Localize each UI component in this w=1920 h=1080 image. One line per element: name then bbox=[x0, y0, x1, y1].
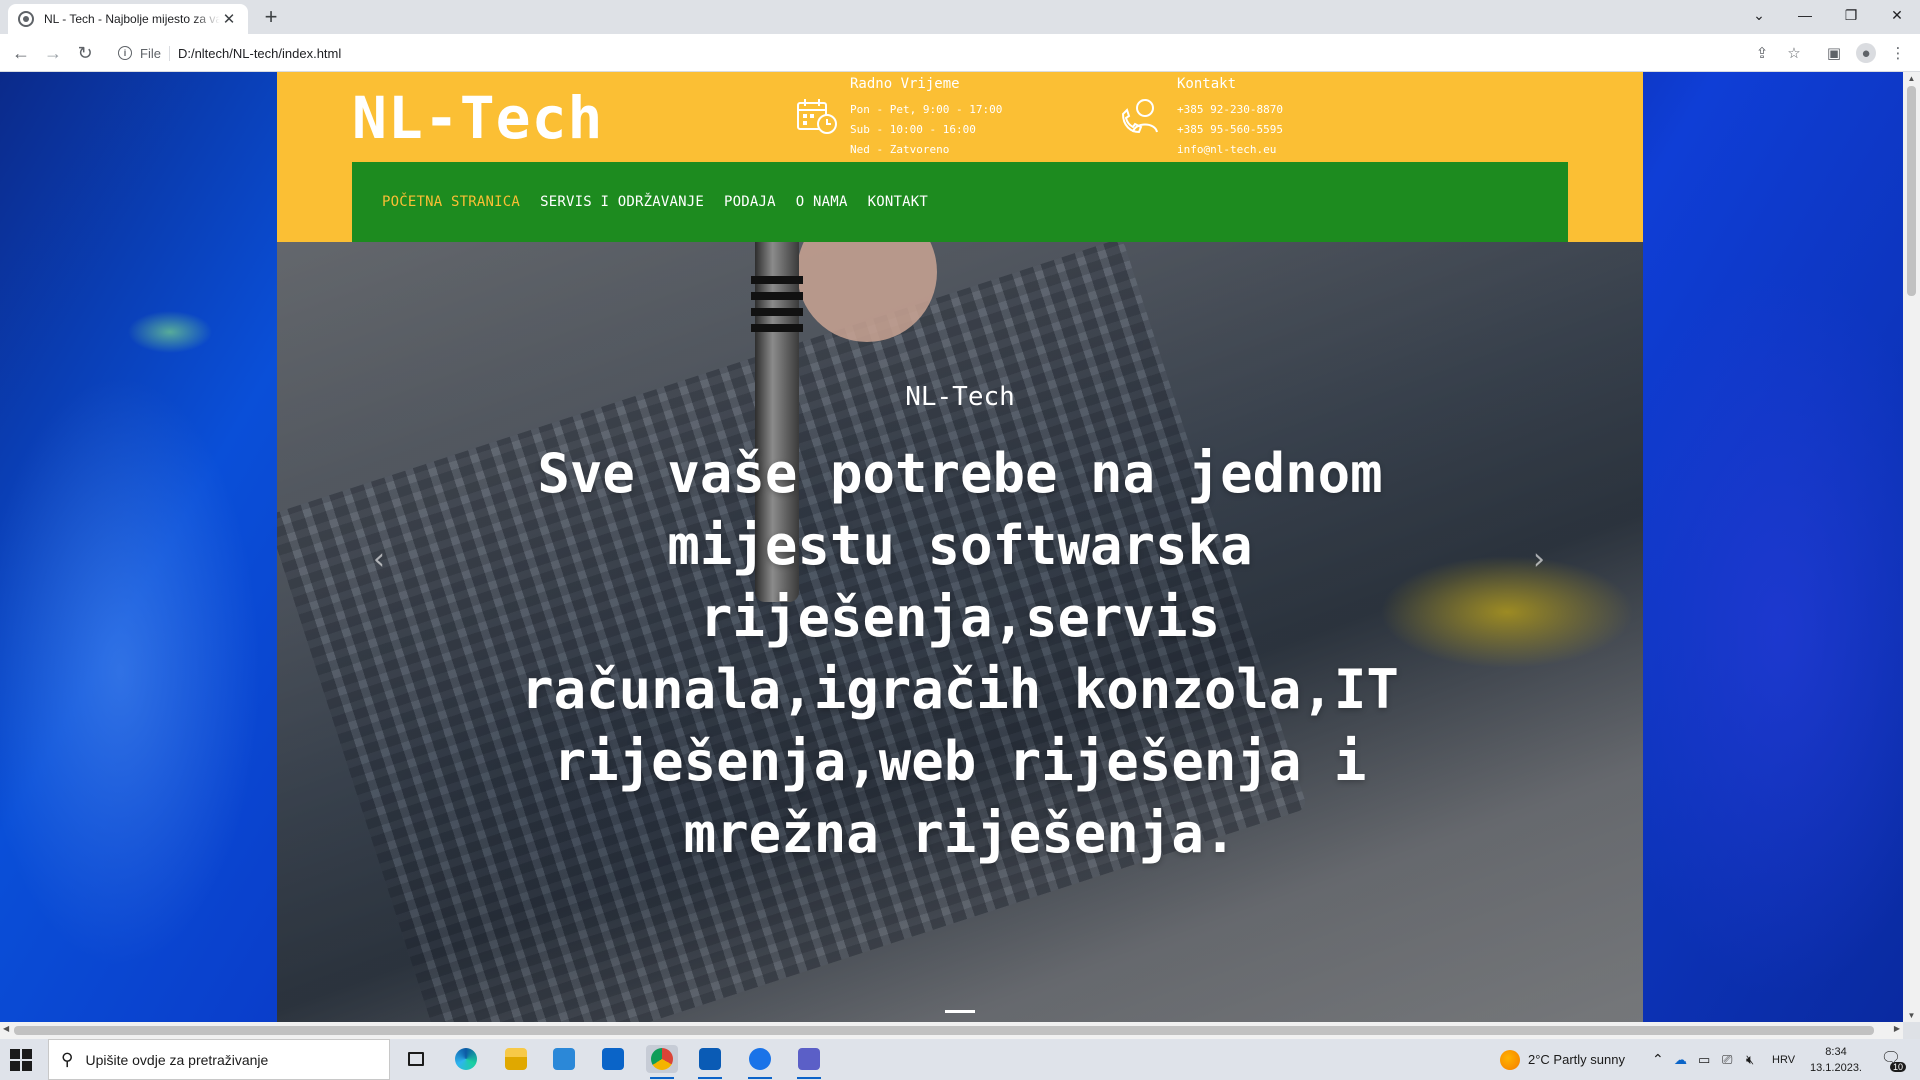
hero-subtitle: NL-Tech bbox=[905, 382, 1015, 412]
site-info-icon[interactable]: i bbox=[118, 46, 132, 60]
horizontal-scrollbar[interactable]: ◀ ▶ bbox=[0, 1022, 1903, 1039]
site-page: NL-Tech Radno Vrijeme Pon - Pet, 9:00 - … bbox=[277, 72, 1643, 1022]
tab-title: NL - Tech - Najbolje mijesto za vaše pot… bbox=[44, 12, 220, 26]
scroll-left-icon[interactable]: ◀ bbox=[3, 1024, 9, 1033]
contact-email[interactable]: info@nl-tech.eu bbox=[1177, 140, 1283, 160]
tab-search-icon[interactable]: ⌄ bbox=[1736, 0, 1782, 30]
teams-icon[interactable] bbox=[793, 1045, 825, 1079]
weather-icon bbox=[1500, 1049, 1520, 1070]
restore-button[interactable]: ❐ bbox=[1828, 0, 1874, 30]
url-text[interactable]: D:/nltech/NL-tech/index.html bbox=[178, 46, 341, 61]
tab-close-icon[interactable]: ✕ bbox=[220, 10, 238, 28]
scrollbar-thumb[interactable] bbox=[1907, 86, 1916, 296]
address-bar[interactable]: i File D:/nltech/NL-tech/index.html bbox=[110, 39, 1750, 67]
forward-button[interactable]: → bbox=[40, 40, 66, 66]
notification-center-icon[interactable]: 🗨︎ 10 bbox=[1880, 1048, 1906, 1072]
scroll-down-icon[interactable]: ▼ bbox=[1903, 1011, 1920, 1020]
carousel-prev-icon[interactable]: ‹ bbox=[373, 542, 385, 577]
nav-service[interactable]: SERVIS I ODRŽAVANJE bbox=[540, 194, 704, 210]
menu-icon[interactable]: ⋮ bbox=[1888, 43, 1908, 63]
hero-carousel: NL-Tech Sve vaše potrebe na jednom mijes… bbox=[277, 242, 1643, 1022]
scroll-up-icon[interactable]: ▲ bbox=[1903, 74, 1920, 83]
nav-sales[interactable]: PODAJA bbox=[724, 194, 776, 210]
page-viewport: NL-Tech Radno Vrijeme Pon - Pet, 9:00 - … bbox=[0, 72, 1903, 1022]
battery-icon[interactable]: ▭ bbox=[1698, 1039, 1710, 1080]
tray-chevron-icon[interactable]: ⌃ bbox=[1652, 1039, 1664, 1080]
star-icon[interactable]: ☆ bbox=[1784, 43, 1804, 63]
contact-title: Kontakt bbox=[1177, 76, 1237, 92]
main-navigation: POČETNA STRANICA SERVIS I ODRŽAVANJE POD… bbox=[352, 162, 1568, 242]
mail-icon[interactable] bbox=[597, 1045, 629, 1073]
browser-tab-strip: NL - Tech - Najbolje mijesto za vaše pot… bbox=[0, 0, 1920, 34]
clock-date: 13.1.2023. bbox=[1810, 1062, 1862, 1074]
language-indicator[interactable]: HRV bbox=[1772, 1039, 1795, 1080]
working-hours-title: Radno Vrijeme bbox=[850, 76, 960, 92]
working-hours-block: Radno Vrijeme Pon - Pet, 9:00 - 17:00 Su… bbox=[850, 76, 1002, 160]
store-icon[interactable] bbox=[548, 1045, 580, 1073]
url-scheme: File bbox=[140, 45, 170, 61]
onedrive-icon[interactable]: ☁ bbox=[1674, 1039, 1687, 1080]
close-window-button[interactable]: ✕ bbox=[1874, 0, 1920, 30]
edge-icon[interactable] bbox=[450, 1045, 482, 1073]
weather-text: 2°C Partly sunny bbox=[1528, 1052, 1625, 1067]
calendar-clock-icon bbox=[797, 99, 837, 134]
search-placeholder: Upišite ovdje za pretraživanje bbox=[85, 1051, 269, 1068]
hero-title: Sve vaše potrebe na jednom mijestu softw… bbox=[521, 442, 1399, 865]
chrome-icon[interactable] bbox=[646, 1045, 678, 1079]
site-header: NL-Tech Radno Vrijeme Pon - Pet, 9:00 - … bbox=[277, 72, 1643, 242]
contact-block: Kontakt +385 92-230-8870 +385 95-560-559… bbox=[1177, 76, 1283, 160]
working-hours-line: Pon - Pet, 9:00 - 17:00 bbox=[850, 103, 1003, 116]
browser-tab[interactable]: NL - Tech - Najbolje mijesto za vaše pot… bbox=[8, 4, 248, 34]
contact-phone[interactable]: +385 95-560-5595 bbox=[1177, 120, 1283, 140]
working-hours-line: Ned - Zatvoreno bbox=[850, 143, 950, 156]
notification-count: 10 bbox=[1889, 1062, 1906, 1072]
carousel-next-icon[interactable]: › bbox=[1533, 542, 1545, 577]
working-hours-line: Sub - 10:00 - 16:00 bbox=[850, 123, 976, 136]
share-icon[interactable]: ⇪ bbox=[1752, 43, 1772, 63]
windows-taskbar: ⚲ Upišite ovdje za pretraživanje 2°C Par… bbox=[0, 1039, 1920, 1080]
weather-widget[interactable]: 2°C Partly sunny bbox=[1500, 1039, 1625, 1080]
contact-phone[interactable]: +385 92-230-8870 bbox=[1177, 100, 1283, 120]
carousel-indicator[interactable] bbox=[945, 1010, 975, 1013]
file-explorer-icon[interactable] bbox=[500, 1045, 532, 1073]
search-icon: ⚲ bbox=[61, 1049, 74, 1069]
reload-button[interactable]: ↻ bbox=[72, 40, 98, 66]
nav-about[interactable]: O NAMA bbox=[796, 194, 848, 210]
support-phone-icon bbox=[1121, 99, 1158, 134]
outlook-icon[interactable] bbox=[694, 1045, 726, 1079]
back-button[interactable]: ← bbox=[8, 40, 34, 66]
nav-contact[interactable]: KONTAKT bbox=[868, 194, 928, 210]
site-favicon-icon bbox=[18, 11, 34, 27]
network-icon[interactable]: ⎚ bbox=[1722, 1039, 1732, 1080]
scroll-right-icon[interactable]: ▶ bbox=[1894, 1024, 1900, 1033]
scrollbar-thumb[interactable] bbox=[14, 1026, 1874, 1035]
side-panel-icon[interactable]: ▣ bbox=[1824, 43, 1844, 63]
profile-icon[interactable]: ● bbox=[1856, 43, 1876, 63]
clock-time: 8:34 bbox=[1825, 1046, 1847, 1058]
nav-home[interactable]: POČETNA STRANICA bbox=[382, 194, 520, 210]
task-view-icon[interactable] bbox=[400, 1045, 432, 1073]
teamviewer-icon[interactable] bbox=[744, 1045, 776, 1079]
system-clock[interactable]: 8:34 13.1.2023. bbox=[1806, 1044, 1866, 1076]
start-button-icon[interactable] bbox=[10, 1049, 32, 1071]
vertical-scrollbar[interactable]: ▲ ▼ bbox=[1903, 72, 1920, 1022]
taskbar-search[interactable]: ⚲ Upišite ovdje za pretraživanje bbox=[48, 1039, 390, 1080]
minimize-button[interactable]: — bbox=[1782, 0, 1828, 30]
new-tab-button[interactable]: + bbox=[258, 6, 284, 28]
volume-mute-icon[interactable]: 🔇︎ bbox=[1746, 1039, 1754, 1080]
site-logo[interactable]: NL-Tech bbox=[352, 84, 603, 152]
browser-toolbar: ← → ↻ i File D:/nltech/NL-tech/index.htm… bbox=[0, 34, 1920, 72]
